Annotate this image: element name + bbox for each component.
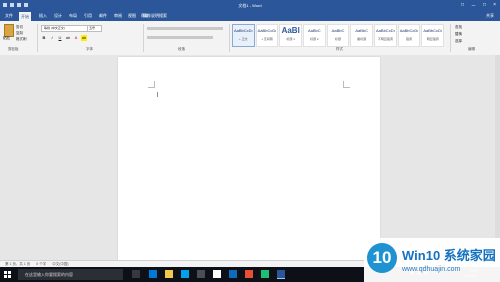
- bold-icon[interactable]: B: [41, 35, 47, 41]
- font-group-label: 字体: [86, 47, 93, 51]
- site-watermark: 10 Win10 系统家园 www.qdhuajin.com: [364, 238, 500, 282]
- tab-insert[interactable]: 插入: [37, 13, 49, 19]
- select-button[interactable]: 选择: [455, 38, 495, 45]
- taskbar-search-input[interactable]: 在这里输入你要搜索的内容: [18, 269, 123, 280]
- text-cursor: [157, 92, 158, 97]
- tab-file[interactable]: 文件: [3, 13, 15, 19]
- tab-layout[interactable]: 布局: [67, 13, 79, 19]
- tab-home[interactable]: 开始: [19, 12, 31, 21]
- style-subtitle[interactable]: AaBbC 副标题: [350, 24, 374, 47]
- group-divider: [229, 24, 230, 52]
- strikethrough-icon[interactable]: ab: [65, 35, 71, 41]
- browser-icon[interactable]: [229, 270, 237, 278]
- group-divider: [143, 24, 144, 52]
- file-explorer-icon[interactable]: [165, 270, 173, 278]
- watermark-title: Win10 系统家园: [402, 248, 496, 263]
- style-name: 标题 1: [286, 37, 295, 41]
- task-view-icon[interactable]: [132, 270, 140, 278]
- document-workspace: [0, 55, 500, 260]
- vertical-scrollbar[interactable]: [495, 55, 500, 260]
- editing-group: 查找 替换 选择: [455, 24, 495, 45]
- paragraph-group-label: 段落: [178, 47, 185, 51]
- tab-design[interactable]: 设计: [52, 13, 64, 19]
- ribbon-display-options-button[interactable]: □: [461, 2, 464, 9]
- group-divider: [450, 24, 451, 52]
- word-app-icon[interactable]: [277, 270, 285, 279]
- media-player-icon[interactable]: [245, 270, 253, 278]
- group-divider: [37, 24, 38, 52]
- style-name: + 正文: [239, 37, 248, 41]
- tab-mailings[interactable]: 邮件: [97, 13, 109, 19]
- replace-button[interactable]: 替换: [455, 31, 495, 38]
- photos-icon[interactable]: [213, 270, 221, 278]
- tab-review[interactable]: 审阅: [112, 13, 124, 19]
- mail-icon[interactable]: [197, 270, 205, 278]
- style-name: + 无间隔: [261, 37, 273, 41]
- style-sample: AaBbCcDı: [233, 28, 253, 33]
- style-sample: AaBbC: [331, 28, 345, 33]
- style-sample: AaBbCcDı: [376, 28, 395, 33]
- document-title: 文档1 - Word: [238, 3, 262, 8]
- copy-button[interactable]: 复制: [16, 31, 34, 36]
- style-name: 强调: [406, 37, 413, 41]
- style-sample: AaBbC: [308, 28, 321, 33]
- style-heading-1[interactable]: AaBl 标题 1: [279, 24, 303, 47]
- style-normal[interactable]: AaBbCcDı + 正文: [232, 24, 255, 47]
- margin-marker-right: [343, 81, 350, 88]
- style-sample: AaBbCcDı: [399, 28, 419, 33]
- style-name: 标题 2: [310, 37, 319, 41]
- watermark-logo: 10: [367, 243, 397, 273]
- ribbon-tabs: 文件 开始 插入 设计 布局 引用 邮件 审阅 视图 帮助 操作说明搜索 共享: [0, 11, 500, 21]
- share-button[interactable]: 共享: [486, 13, 494, 19]
- style-subtle-emphasis[interactable]: AaBbCcDı 不明显强调: [374, 24, 397, 47]
- font-size-dropdown[interactable]: 五号: [87, 25, 102, 32]
- style-sample: AaBbC: [355, 28, 369, 33]
- underline-icon[interactable]: U: [57, 35, 63, 41]
- watermark-url: www.qdhuajin.com: [402, 266, 461, 273]
- style-sample: AaBbCcDı: [257, 28, 277, 33]
- style-sample: AaBl: [281, 26, 300, 35]
- style-sample: AaBbCcDı: [423, 28, 443, 33]
- cut-button[interactable]: 剪切: [16, 25, 34, 30]
- style-name: 副标题: [357, 37, 367, 41]
- paragraph-alignment-row[interactable]: [147, 36, 213, 39]
- italic-icon[interactable]: I: [49, 35, 55, 41]
- ribbon: 粘贴 剪切 复制 格式刷 剪贴板 等线 (中文正文) 五号 B I U ab A…: [0, 21, 500, 56]
- close-button[interactable]: ×: [493, 2, 496, 9]
- style-intense-emphasis[interactable]: AaBbCcDı 明显强调: [421, 24, 445, 47]
- store-icon[interactable]: [181, 270, 189, 278]
- paste-button-label[interactable]: 粘贴: [3, 36, 10, 41]
- start-icon[interactable]: [4, 271, 11, 278]
- edge-icon[interactable]: [149, 270, 157, 278]
- tab-references[interactable]: 引用: [82, 13, 94, 19]
- document-page[interactable]: [118, 57, 380, 260]
- style-name: 标题: [335, 37, 342, 41]
- editing-group-label: 编辑: [468, 47, 475, 51]
- font-format-row: B I U ab A ab: [41, 35, 87, 41]
- font-color-icon[interactable]: A: [73, 35, 79, 41]
- clipboard-group-label: 剪贴板: [8, 47, 19, 51]
- styles-group-label: 样式: [336, 47, 343, 51]
- styles-gallery: AaBbCcDı + 正文 AaBbCcDı + 无间隔 AaBl 标题 1 AaBb…: [232, 24, 445, 47]
- paragraph-controls-row[interactable]: [147, 27, 223, 30]
- font-name-dropdown[interactable]: 等线 (中文正文): [41, 25, 88, 32]
- chrome-icon[interactable]: [261, 270, 269, 278]
- style-name: 不明显强调: [377, 37, 393, 41]
- maximize-button[interactable]: □: [483, 2, 486, 9]
- margin-marker-left: [148, 81, 155, 88]
- tell-me-box[interactable]: 操作说明搜索: [143, 13, 167, 19]
- window-controls: □ － □ ×: [461, 2, 496, 9]
- title-bar: 文档1 - Word □ － □ ×: [0, 0, 500, 11]
- style-no-spacing[interactable]: AaBbCcDı + 无间隔: [255, 24, 279, 47]
- style-name: 明显强调: [426, 37, 439, 41]
- tab-view[interactable]: 视图: [126, 13, 138, 19]
- style-emphasis[interactable]: AaBbCcDı 强调: [397, 24, 421, 47]
- style-title[interactable]: AaBbC 标题: [326, 24, 350, 47]
- style-heading-2[interactable]: AaBbC 标题 2: [303, 24, 326, 47]
- minimize-button[interactable]: －: [471, 2, 476, 9]
- format-painter-button[interactable]: 格式刷: [16, 37, 34, 42]
- find-button[interactable]: 查找: [455, 24, 495, 31]
- highlight-icon[interactable]: ab: [81, 35, 87, 41]
